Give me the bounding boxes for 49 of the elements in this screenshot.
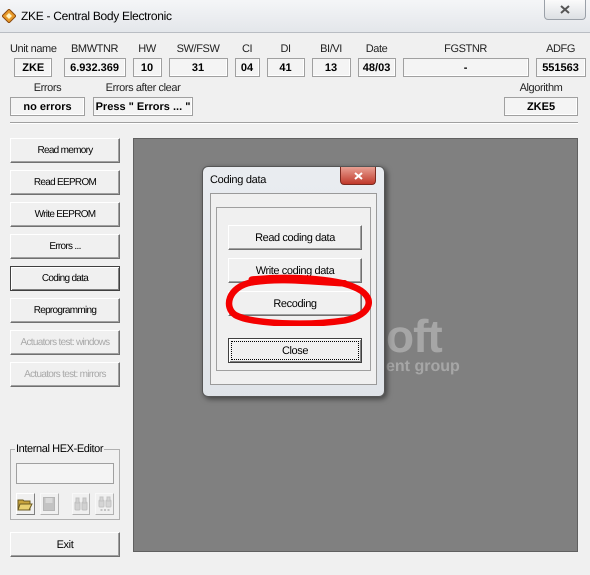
- folder-icon: [17, 497, 34, 511]
- value-field: 10: [132, 58, 162, 77]
- close-button[interactable]: [544, 0, 586, 20]
- exit-button[interactable]: Exit: [10, 532, 120, 557]
- dialog-button[interactable]: Close: [228, 338, 362, 363]
- value-field: 31: [168, 58, 228, 77]
- value-field: ZKE: [14, 58, 52, 77]
- field-label: CI: [242, 43, 252, 55]
- close-icon: [354, 172, 362, 180]
- side-button[interactable]: Errors ...: [10, 234, 120, 259]
- field-label: SW/FSW: [176, 43, 220, 55]
- close-icon: [560, 5, 570, 14]
- value-field: no errors: [10, 97, 85, 116]
- value-field: ZKE5: [504, 97, 578, 116]
- value-field: 551563: [536, 58, 586, 77]
- field-label: Algorithm: [520, 82, 562, 94]
- window-title: ZKE - Central Body Electronic: [21, 9, 172, 23]
- binoculars-icon: [74, 497, 88, 511]
- binoculars-next-icon: [98, 496, 112, 512]
- value-field: 6.932.369: [64, 58, 126, 77]
- value-field: 04: [234, 58, 260, 77]
- side-button[interactable]: Coding data: [10, 266, 120, 291]
- side-button[interactable]: Write EEPROM: [10, 202, 120, 227]
- group-title: Internal HEX-Editor: [15, 443, 104, 455]
- value-field: 41: [266, 58, 305, 77]
- dialog-title: Coding data: [210, 174, 266, 186]
- side-button[interactable]: Read EEPROM: [10, 170, 120, 195]
- field-label: ADFG: [546, 43, 576, 55]
- field-label: BMWTNR: [71, 43, 118, 55]
- field-label: DI: [280, 43, 291, 55]
- dialog-close-button[interactable]: [340, 167, 376, 185]
- field-label: Unit name: [10, 43, 57, 55]
- hex-input-field[interactable]: [16, 463, 114, 484]
- value-field: 48/03: [358, 58, 396, 77]
- side-button[interactable]: Read memory: [10, 138, 120, 163]
- field-label: Errors after clear: [106, 82, 180, 94]
- dialog-button[interactable]: Recoding: [228, 291, 362, 316]
- dialog-button[interactable]: Read coding data: [228, 225, 362, 250]
- value-field: 13: [312, 58, 351, 77]
- value-field: -: [402, 58, 529, 77]
- toolbar-button[interactable]: [16, 493, 35, 515]
- diamond-icon: [2, 9, 16, 23]
- field-label: FGSTNR: [444, 43, 487, 55]
- field-label: BI/VI: [320, 43, 342, 55]
- field-label: HW: [138, 43, 156, 55]
- field-label: Errors: [34, 82, 62, 94]
- value-field: Press " Errors ... ": [93, 97, 193, 116]
- side-button[interactable]: Reprogramming: [10, 298, 120, 323]
- field-label: Date: [366, 43, 388, 55]
